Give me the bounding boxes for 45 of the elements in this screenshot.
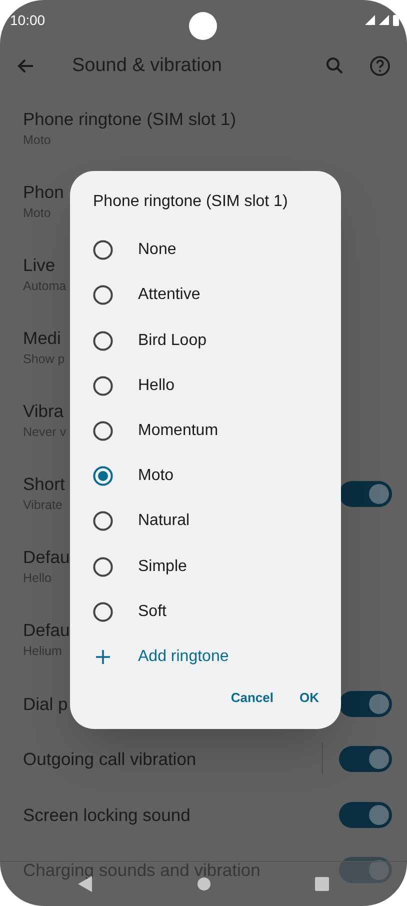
radio-button[interactable] [93, 420, 113, 441]
radio-button[interactable] [93, 330, 113, 351]
setting-title: Defau [23, 619, 70, 642]
ringtone-option[interactable]: Bird Loop [70, 318, 341, 364]
setting-title: Live [23, 254, 56, 278]
ringtone-option[interactable]: Moto [70, 454, 341, 499]
setting-title: Vibra [23, 400, 64, 424]
add-ringtone-button[interactable]: Add ringtone [70, 634, 341, 680]
ringtone-option[interactable]: Momentum [70, 408, 341, 454]
radio-button[interactable] [93, 511, 113, 532]
radio-button[interactable] [93, 240, 113, 260]
ringtone-option[interactable]: Natural [70, 498, 341, 544]
radio-button[interactable] [93, 602, 113, 622]
radio-button[interactable] [93, 376, 113, 396]
ringtone-option[interactable]: Soft [70, 589, 341, 634]
ringtone-option[interactable]: None [70, 228, 341, 273]
home-icon[interactable] [196, 877, 210, 891]
cancel-button[interactable]: Cancel [218, 680, 286, 715]
search-icon[interactable] [325, 56, 345, 76]
toggle-switch[interactable] [339, 480, 392, 506]
ok-button[interactable]: OK [288, 680, 331, 715]
toggle-switch[interactable] [339, 746, 392, 772]
setting-title: Dial p [23, 692, 68, 716]
plus-icon [95, 648, 111, 665]
setting-title: Phon [23, 181, 64, 204]
setting-title: Screen locking sound [23, 804, 190, 827]
ringtone-option[interactable]: Hello [70, 363, 341, 408]
help-icon[interactable] [369, 55, 391, 77]
dialog-title: Phone ringtone (SIM slot 1) [92, 192, 289, 212]
setting-title: Outgoing call vibration [23, 748, 196, 772]
setting-title: Defau [23, 546, 70, 570]
ringtone-option[interactable]: Simple [70, 544, 341, 590]
toggle-switch[interactable] [339, 690, 392, 717]
setting-title: Short [23, 473, 65, 496]
toggle-switch[interactable] [339, 802, 392, 828]
ringtone-option[interactable]: Attentive [70, 272, 341, 318]
status-time: 10:00 [10, 10, 46, 30]
toolbar-title: Sound & vibration [72, 54, 222, 78]
radio-button[interactable] [93, 556, 113, 577]
camera-hole [189, 12, 217, 40]
battery-icon [393, 14, 399, 26]
setting-title: Phone ringtone (SIM slot 1) [23, 108, 236, 132]
setting-title: Medi [23, 327, 61, 350]
radio-button[interactable] [93, 285, 113, 306]
radio-button[interactable] [93, 466, 113, 486]
